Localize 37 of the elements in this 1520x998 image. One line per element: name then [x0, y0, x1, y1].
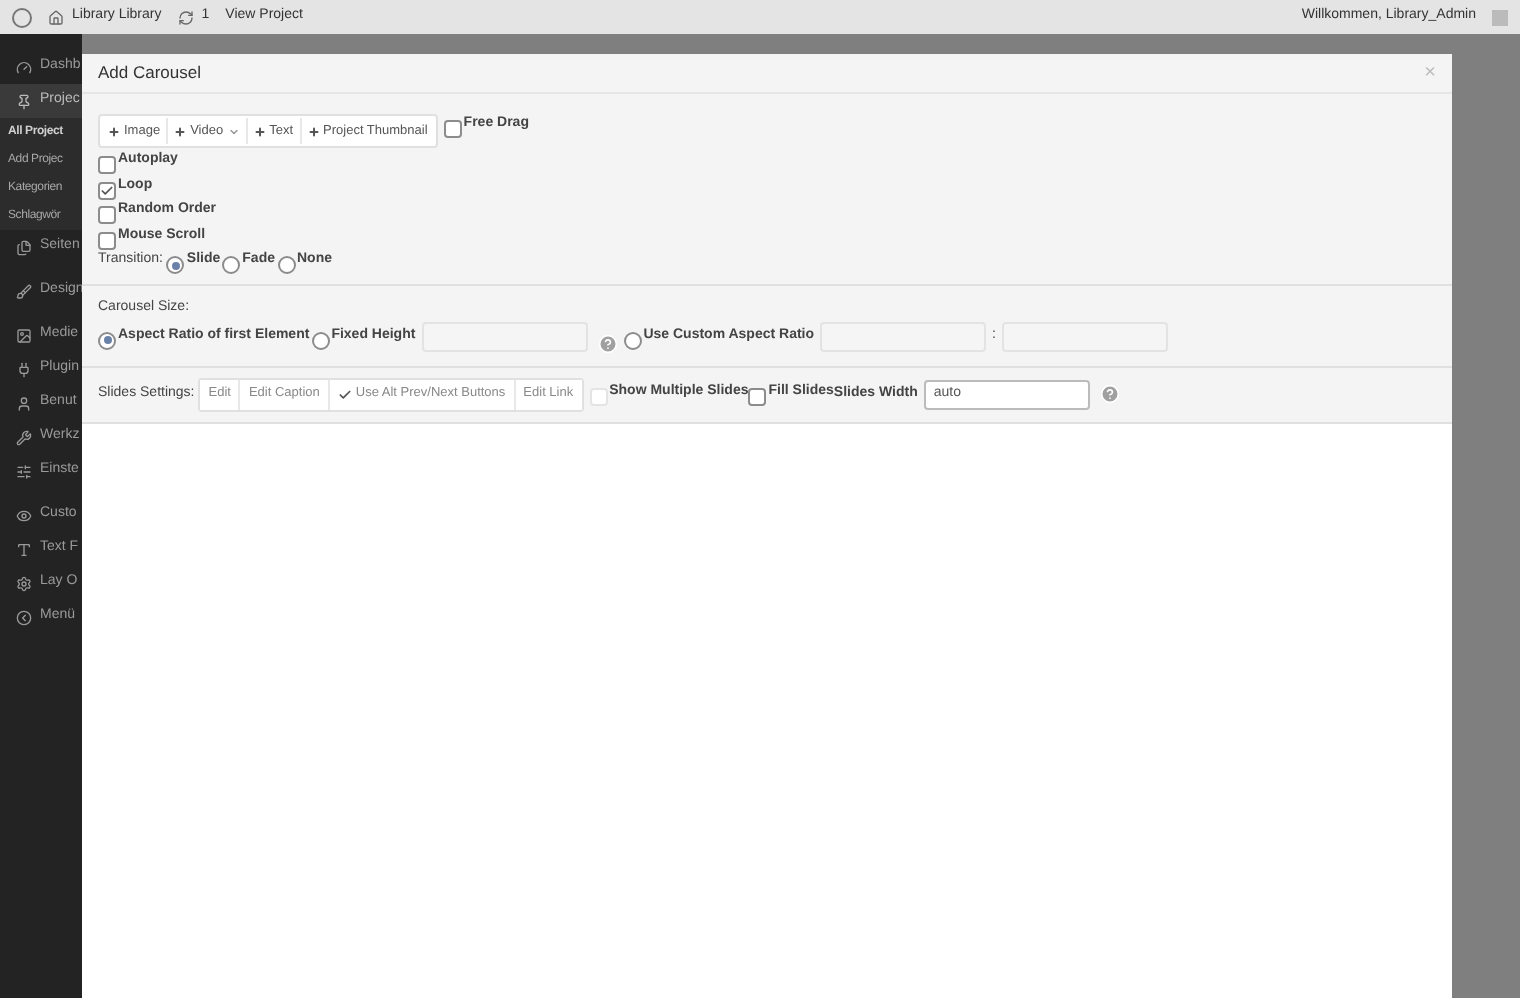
plus-icon — [174, 125, 187, 137]
home-icon[interactable] — [48, 9, 64, 25]
collapse-icon — [16, 609, 32, 625]
plus-icon — [253, 125, 266, 137]
checkbox[interactable] — [443, 120, 462, 138]
radio-button[interactable] — [277, 256, 295, 274]
modal-title: Add Carousel — [98, 60, 202, 86]
sliders-icon — [16, 463, 32, 479]
caret-icon — [227, 125, 240, 137]
pin-icon — [16, 93, 32, 109]
brush-icon — [16, 283, 32, 299]
image-icon — [16, 327, 32, 343]
gear-icon — [16, 575, 32, 591]
checkbox[interactable] — [98, 206, 116, 224]
gauge-icon — [16, 59, 32, 75]
radio-button[interactable] — [311, 331, 330, 349]
avatar-icon — [1492, 9, 1508, 25]
font-icon — [16, 541, 32, 557]
help-icon[interactable] — [1099, 384, 1120, 404]
plug-icon — [16, 361, 32, 377]
check-icon — [337, 387, 352, 401]
radio-button[interactable] — [623, 331, 642, 349]
refresh-icon[interactable] — [177, 9, 194, 25]
plus-icon — [108, 125, 120, 137]
radio-button[interactable] — [166, 256, 185, 274]
help-icon[interactable] — [597, 333, 618, 353]
radio-button[interactable] — [222, 256, 241, 274]
wrench-icon — [16, 429, 32, 445]
checkbox[interactable] — [748, 388, 767, 406]
plus-icon — [307, 125, 320, 137]
checkbox[interactable] — [98, 156, 116, 174]
checkbox[interactable] — [98, 231, 116, 249]
user-icon — [16, 395, 32, 411]
radio-button[interactable] — [98, 331, 116, 349]
eye-icon — [16, 507, 32, 523]
pages-icon — [16, 239, 32, 255]
checkbox[interactable] — [98, 181, 116, 199]
